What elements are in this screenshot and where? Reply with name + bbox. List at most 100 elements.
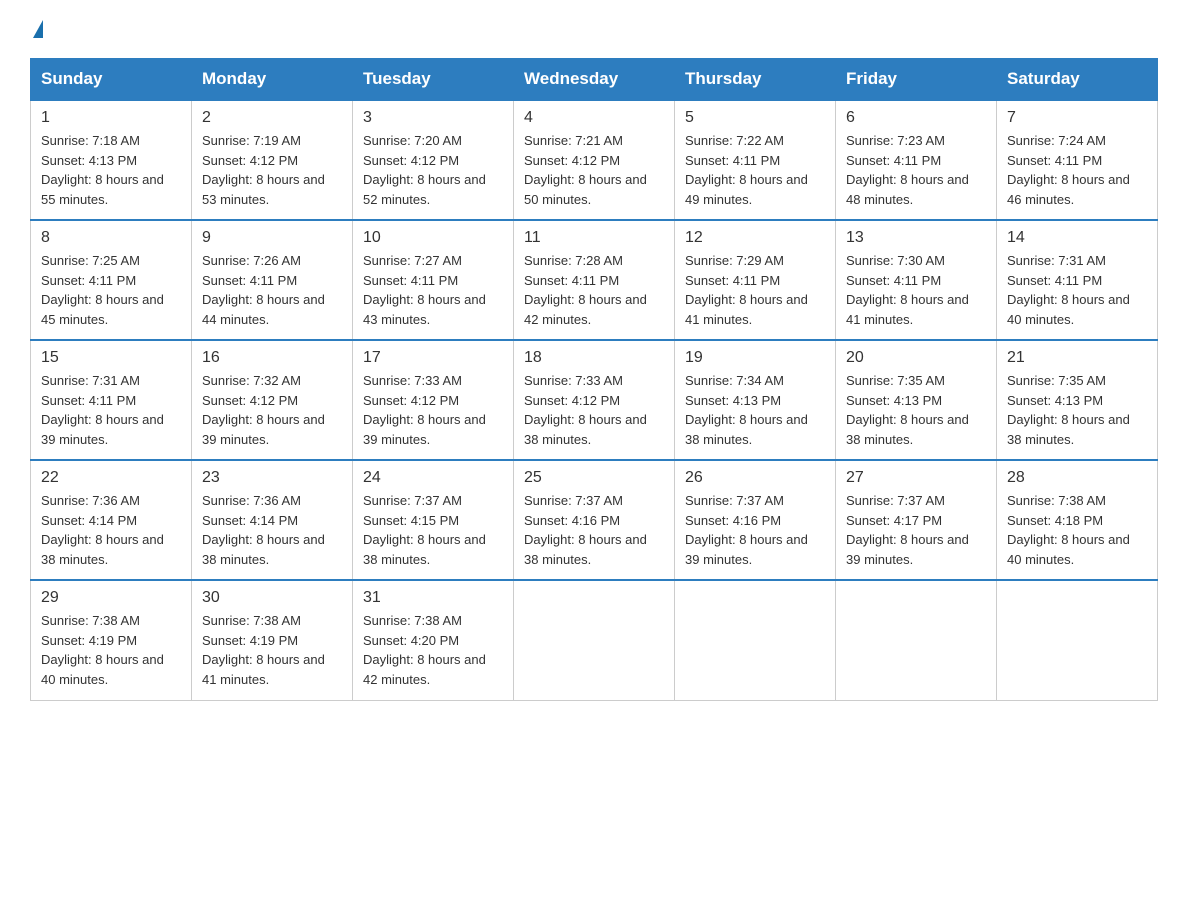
calendar-cell (514, 580, 675, 700)
day-number: 17 (363, 349, 503, 367)
day-number: 7 (1007, 109, 1147, 127)
day-number: 22 (41, 469, 181, 487)
day-number: 28 (1007, 469, 1147, 487)
day-info: Sunrise: 7:32 AMSunset: 4:12 PMDaylight:… (202, 371, 342, 449)
day-info: Sunrise: 7:33 AMSunset: 4:12 PMDaylight:… (524, 371, 664, 449)
calendar-header-thursday: Thursday (675, 59, 836, 101)
calendar-cell: 1Sunrise: 7:18 AMSunset: 4:13 PMDaylight… (31, 100, 192, 220)
calendar-cell: 10 Sunrise: 7:27 AMSunset: 4:11 PMDayligh… (353, 220, 514, 340)
day-number: 24 (363, 469, 503, 487)
calendar-cell: 2 Sunrise: 7:19 AMSunset: 4:12 PMDaylight… (192, 100, 353, 220)
calendar-cell: 17 Sunrise: 7:33 AMSunset: 4:12 PMDayligh… (353, 340, 514, 460)
day-number: 15 (41, 349, 181, 367)
day-info: Sunrise: 7:26 AMSunset: 4:11 PMDaylight:… (202, 251, 342, 329)
calendar-cell: 30 Sunrise: 7:38 AMSunset: 4:19 PMDayligh… (192, 580, 353, 700)
day-info: Sunrise: 7:21 AMSunset: 4:12 PMDaylight:… (524, 131, 664, 209)
day-info: Sunrise: 7:30 AMSunset: 4:11 PMDaylight:… (846, 251, 986, 329)
calendar-cell: 15 Sunrise: 7:31 AMSunset: 4:11 PMDayligh… (31, 340, 192, 460)
day-info: Sunrise: 7:38 AMSunset: 4:19 PMDaylight:… (41, 611, 181, 689)
day-info: Sunrise: 7:23 AMSunset: 4:11 PMDaylight:… (846, 131, 986, 209)
day-number: 25 (524, 469, 664, 487)
calendar-cell: 7 Sunrise: 7:24 AMSunset: 4:11 PMDaylight… (997, 100, 1158, 220)
day-number: 13 (846, 229, 986, 247)
day-info: Sunrise: 7:38 AMSunset: 4:19 PMDaylight:… (202, 611, 342, 689)
day-number: 6 (846, 109, 986, 127)
calendar-cell (836, 580, 997, 700)
calendar-cell: 3 Sunrise: 7:20 AMSunset: 4:12 PMDaylight… (353, 100, 514, 220)
calendar-cell: 19 Sunrise: 7:34 AMSunset: 4:13 PMDayligh… (675, 340, 836, 460)
day-number: 27 (846, 469, 986, 487)
day-info: Sunrise: 7:19 AMSunset: 4:12 PMDaylight:… (202, 131, 342, 209)
day-info: Sunrise: 7:35 AMSunset: 4:13 PMDaylight:… (846, 371, 986, 449)
day-number: 19 (685, 349, 825, 367)
day-info: Sunrise: 7:34 AMSunset: 4:13 PMDaylight:… (685, 371, 825, 449)
calendar-cell: 14Sunrise: 7:31 AMSunset: 4:11 PMDayligh… (997, 220, 1158, 340)
calendar-week-2: 8 Sunrise: 7:25 AMSunset: 4:11 PMDaylight… (31, 220, 1158, 340)
calendar-header-tuesday: Tuesday (353, 59, 514, 101)
calendar-week-1: 1Sunrise: 7:18 AMSunset: 4:13 PMDaylight… (31, 100, 1158, 220)
calendar-cell: 9 Sunrise: 7:26 AMSunset: 4:11 PMDaylight… (192, 220, 353, 340)
calendar-cell: 21 Sunrise: 7:35 AMSunset: 4:13 PMDayligh… (997, 340, 1158, 460)
day-number: 16 (202, 349, 342, 367)
day-number: 3 (363, 109, 503, 127)
day-info: Sunrise: 7:37 AMSunset: 4:16 PMDaylight:… (685, 491, 825, 569)
day-number: 23 (202, 469, 342, 487)
day-info: Sunrise: 7:24 AMSunset: 4:11 PMDaylight:… (1007, 131, 1147, 209)
calendar-cell: 12Sunrise: 7:29 AMSunset: 4:11 PMDayligh… (675, 220, 836, 340)
day-number: 31 (363, 589, 503, 607)
day-info: Sunrise: 7:20 AMSunset: 4:12 PMDaylight:… (363, 131, 503, 209)
day-info: Sunrise: 7:22 AMSunset: 4:11 PMDaylight:… (685, 131, 825, 209)
calendar-cell: 6 Sunrise: 7:23 AMSunset: 4:11 PMDaylight… (836, 100, 997, 220)
day-number: 5 (685, 109, 825, 127)
day-number: 9 (202, 229, 342, 247)
calendar-week-3: 15 Sunrise: 7:31 AMSunset: 4:11 PMDayligh… (31, 340, 1158, 460)
day-number: 18 (524, 349, 664, 367)
day-info: Sunrise: 7:37 AMSunset: 4:15 PMDaylight:… (363, 491, 503, 569)
day-info: Sunrise: 7:28 AMSunset: 4:11 PMDaylight:… (524, 251, 664, 329)
day-info: Sunrise: 7:36 AMSunset: 4:14 PMDaylight:… (41, 491, 181, 569)
day-info: Sunrise: 7:31 AMSunset: 4:11 PMDaylight:… (1007, 251, 1147, 329)
day-number: 2 (202, 109, 342, 127)
calendar-body: 1Sunrise: 7:18 AMSunset: 4:13 PMDaylight… (31, 100, 1158, 700)
day-info: Sunrise: 7:25 AMSunset: 4:11 PMDaylight:… (41, 251, 181, 329)
calendar-week-5: 29 Sunrise: 7:38 AMSunset: 4:19 PMDayligh… (31, 580, 1158, 700)
day-number: 8 (41, 229, 181, 247)
calendar-cell: 29 Sunrise: 7:38 AMSunset: 4:19 PMDayligh… (31, 580, 192, 700)
day-info: Sunrise: 7:35 AMSunset: 4:13 PMDaylight:… (1007, 371, 1147, 449)
calendar-header-sunday: Sunday (31, 59, 192, 101)
logo (30, 20, 43, 38)
page-header (30, 20, 1158, 38)
day-info: Sunrise: 7:27 AMSunset: 4:11 PMDaylight:… (363, 251, 503, 329)
calendar-cell: 4Sunrise: 7:21 AMSunset: 4:12 PMDaylight… (514, 100, 675, 220)
day-number: 20 (846, 349, 986, 367)
calendar-cell: 31Sunrise: 7:38 AMSunset: 4:20 PMDayligh… (353, 580, 514, 700)
day-number: 11 (524, 229, 664, 247)
day-info: Sunrise: 7:31 AMSunset: 4:11 PMDaylight:… (41, 371, 181, 449)
calendar-cell: 18 Sunrise: 7:33 AMSunset: 4:12 PMDayligh… (514, 340, 675, 460)
calendar-cell: 26 Sunrise: 7:37 AMSunset: 4:16 PMDayligh… (675, 460, 836, 580)
day-number: 29 (41, 589, 181, 607)
calendar-cell: 16 Sunrise: 7:32 AMSunset: 4:12 PMDayligh… (192, 340, 353, 460)
calendar-cell: 22 Sunrise: 7:36 AMSunset: 4:14 PMDayligh… (31, 460, 192, 580)
calendar-cell: 23Sunrise: 7:36 AMSunset: 4:14 PMDayligh… (192, 460, 353, 580)
calendar-header-friday: Friday (836, 59, 997, 101)
calendar-cell: 13 Sunrise: 7:30 AMSunset: 4:11 PMDayligh… (836, 220, 997, 340)
day-number: 30 (202, 589, 342, 607)
calendar-cell (675, 580, 836, 700)
day-number: 26 (685, 469, 825, 487)
calendar-cell: 8 Sunrise: 7:25 AMSunset: 4:11 PMDaylight… (31, 220, 192, 340)
calendar-cell: 27Sunrise: 7:37 AMSunset: 4:17 PMDayligh… (836, 460, 997, 580)
calendar-cell: 24 Sunrise: 7:37 AMSunset: 4:15 PMDayligh… (353, 460, 514, 580)
calendar-cell: 11 Sunrise: 7:28 AMSunset: 4:11 PMDayligh… (514, 220, 675, 340)
day-info: Sunrise: 7:33 AMSunset: 4:12 PMDaylight:… (363, 371, 503, 449)
day-number: 21 (1007, 349, 1147, 367)
calendar-table: SundayMondayTuesdayWednesdayThursdayFrid… (30, 58, 1158, 701)
day-info: Sunrise: 7:37 AMSunset: 4:16 PMDaylight:… (524, 491, 664, 569)
calendar-cell: 25 Sunrise: 7:37 AMSunset: 4:16 PMDayligh… (514, 460, 675, 580)
day-number: 10 (363, 229, 503, 247)
day-number: 12 (685, 229, 825, 247)
calendar-header-monday: Monday (192, 59, 353, 101)
day-info: Sunrise: 7:38 AMSunset: 4:18 PMDaylight:… (1007, 491, 1147, 569)
calendar-header-wednesday: Wednesday (514, 59, 675, 101)
calendar-cell: 20 Sunrise: 7:35 AMSunset: 4:13 PMDayligh… (836, 340, 997, 460)
